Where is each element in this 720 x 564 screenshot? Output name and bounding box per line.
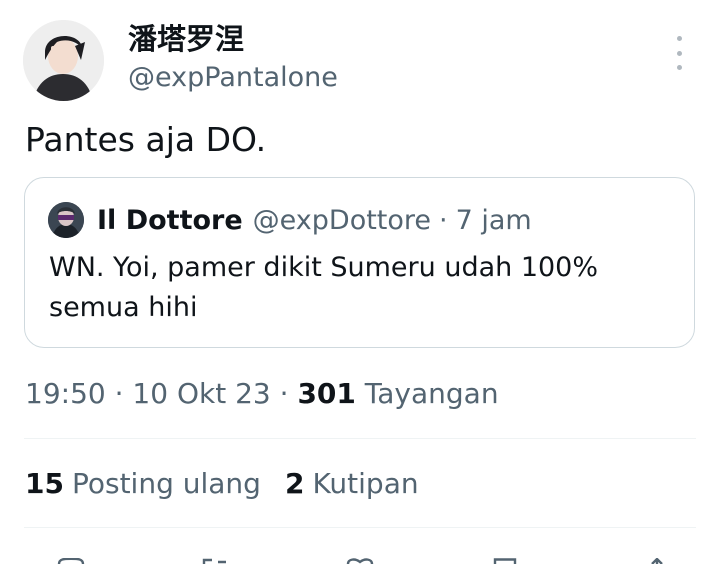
divider (24, 527, 696, 528)
avatar-image (23, 20, 104, 101)
quotes-count: 2 (284, 467, 305, 500)
more-vertical-icon[interactable] (664, 36, 694, 70)
tweet-date[interactable]: 10 Okt 23 (132, 377, 270, 410)
more-dot (676, 36, 682, 41)
author-display-name[interactable]: 潘塔罗涅 (128, 20, 244, 58)
quoted-tweet-card[interactable]: Il Dottore @expDottore · 7 jam WN. Yoi, … (24, 177, 695, 348)
reply-icon[interactable] (56, 558, 86, 564)
bookmark-icon[interactable] (490, 558, 520, 564)
reposts-label: Posting ulang (71, 467, 261, 500)
share-icon[interactable] (642, 558, 672, 564)
separator-dot: · (279, 377, 289, 410)
quoted-tweet-time[interactable]: 7 jam (456, 205, 532, 236)
quoted-tweet-header: Il Dottore @expDottore · 7 jam (97, 200, 532, 240)
quoted-author-avatar[interactable] (48, 202, 84, 238)
views-count: 301 (297, 377, 356, 410)
quoted-avatar-image (48, 202, 84, 238)
more-dot (676, 50, 682, 56)
quotes-label: Kutipan (312, 467, 419, 500)
tweet-text: Pantes aja DO. (25, 120, 267, 159)
tweet-meta: 19:50 · 10 Okt 23 · 301 Tayangan (25, 374, 499, 414)
author-avatar[interactable] (23, 20, 104, 101)
divider (24, 438, 696, 439)
tweet-stats: 15 Posting ulang 2 Kutipan (25, 464, 443, 504)
views-label: Tayangan (364, 377, 499, 410)
reposts-count: 15 (25, 467, 64, 500)
action-bar (0, 548, 720, 564)
separator-dot: · (439, 204, 448, 236)
quoted-author-name[interactable]: Il Dottore (97, 205, 243, 236)
reposts-stat[interactable]: 15 Posting ulang (25, 464, 261, 504)
repost-icon[interactable] (200, 558, 230, 564)
separator-dot: · (114, 377, 124, 410)
tweet-time[interactable]: 19:50 (25, 377, 106, 410)
author-handle[interactable]: @expPantalone (128, 60, 338, 96)
quotes-stat[interactable]: 2 Kutipan (285, 464, 419, 504)
more-dot (676, 65, 682, 70)
like-icon[interactable] (345, 558, 375, 564)
quoted-tweet-text: WN. Yoi, pamer dikit Sumeru udah 100% se… (49, 252, 599, 323)
quoted-author-handle[interactable]: @expDottore (253, 205, 431, 236)
